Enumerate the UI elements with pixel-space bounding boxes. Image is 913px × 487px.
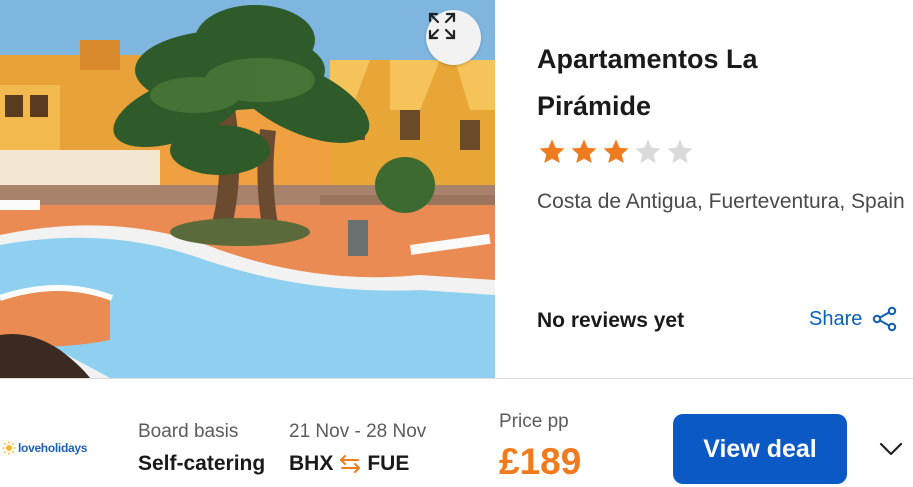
expand-photo-button[interactable] (426, 10, 481, 65)
view-deal-button[interactable]: View deal (673, 414, 847, 484)
board-basis-label: Board basis (138, 421, 239, 442)
provider-logo: loveholidays (2, 441, 87, 455)
divider (0, 378, 913, 379)
share-icon (873, 306, 897, 332)
price-value: £189 (499, 441, 582, 482)
hotel-name: Apartamentos La Pirámide (537, 44, 758, 121)
provider-logo-text: loveholidays (18, 441, 88, 455)
swap-arrows-icon (340, 455, 361, 473)
price-label: Price pp (499, 411, 569, 432)
sun-icon (2, 441, 16, 455)
hotel-photo[interactable] (0, 0, 495, 378)
star-filled-icon (539, 139, 565, 164)
board-basis-value: Self-catering (138, 452, 266, 475)
share-button[interactable]: Share (809, 306, 898, 332)
share-label: Share (809, 307, 863, 330)
route-to: FUE (367, 452, 410, 475)
flight-route: BHX FUE (289, 452, 409, 476)
star-filled-icon (603, 139, 629, 164)
chevron-down-icon[interactable] (877, 437, 905, 461)
star-filled-icon (571, 139, 597, 164)
travel-dates: 21 Nov - 28 Nov (289, 421, 427, 442)
star-rating (537, 137, 695, 167)
star-empty-icon (667, 139, 693, 164)
hotel-location: Costa de Antigua, Fuerteventura, Spain (537, 190, 905, 213)
route-from: BHX (289, 452, 334, 475)
star-empty-icon (635, 139, 661, 164)
reviews-status: No reviews yet (537, 309, 685, 332)
hotel-photo-illustration (0, 0, 495, 378)
expand-icon (428, 12, 456, 40)
